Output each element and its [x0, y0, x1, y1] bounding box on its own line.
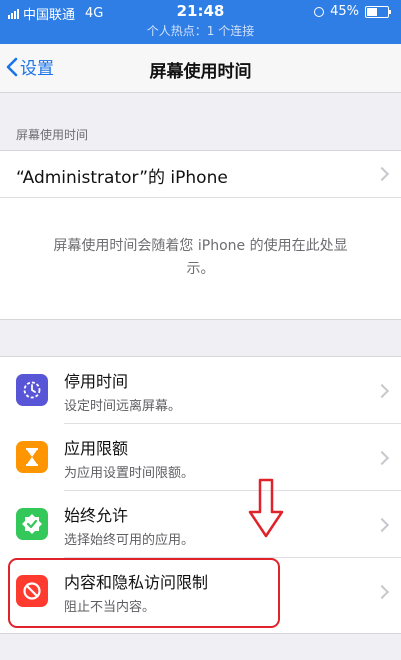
annotation-highlight-box	[8, 558, 280, 628]
row-title: 始终允许	[64, 506, 129, 525]
status-right: 45%	[314, 4, 391, 19]
battery-icon	[365, 5, 391, 18]
section-header: 屏幕使用时间	[16, 128, 89, 142]
device-row[interactable]: “Administrator”的 iPhone	[0, 151, 401, 198]
battery-percent: 45%	[330, 4, 359, 19]
row-subtitle: 为应用设置时间限额。	[64, 466, 195, 481]
device-group: “Administrator”的 iPhone 屏幕使用时间会随着您 iPhon…	[0, 150, 401, 320]
navigation-bar: 设置 屏幕使用时间	[0, 44, 401, 93]
chevron-right-icon	[374, 166, 390, 182]
row-title: 停用时间	[64, 372, 129, 391]
chevron-right-icon	[374, 450, 390, 466]
hotspot-banner[interactable]: 个人热点：1 个连接	[0, 22, 401, 39]
row-title: 应用限额	[64, 439, 129, 458]
status-bar: 中国联通 4G 21:48 个人热点：1 个连接 45%	[0, 0, 401, 44]
chevron-right-icon	[374, 517, 390, 533]
chevron-right-icon	[374, 383, 390, 399]
row-subtitle: 设定时间远离屏幕。	[64, 399, 182, 414]
page-title: 屏幕使用时间	[149, 62, 252, 82]
hourglass-icon	[16, 441, 48, 473]
usage-description: 屏幕使用时间会随着您 iPhone 的使用在此处显示。	[53, 238, 348, 277]
row-subtitle: 选择始终可用的应用。	[64, 533, 195, 548]
row-downtime[interactable]: 停用时间 设定时间远离屏幕。	[0, 357, 401, 423]
orientation-lock-icon	[314, 6, 325, 17]
device-label: “Administrator”的 iPhone	[16, 168, 228, 188]
chevron-right-icon	[374, 584, 390, 600]
checkmark-badge-icon	[16, 508, 48, 540]
row-always-allowed[interactable]: 始终允许 选择始终可用的应用。	[0, 491, 401, 557]
row-app-limits[interactable]: 应用限额 为应用设置时间限额。	[0, 424, 401, 490]
annotation-arrow-down-icon	[248, 478, 284, 538]
downtime-icon	[16, 374, 48, 406]
